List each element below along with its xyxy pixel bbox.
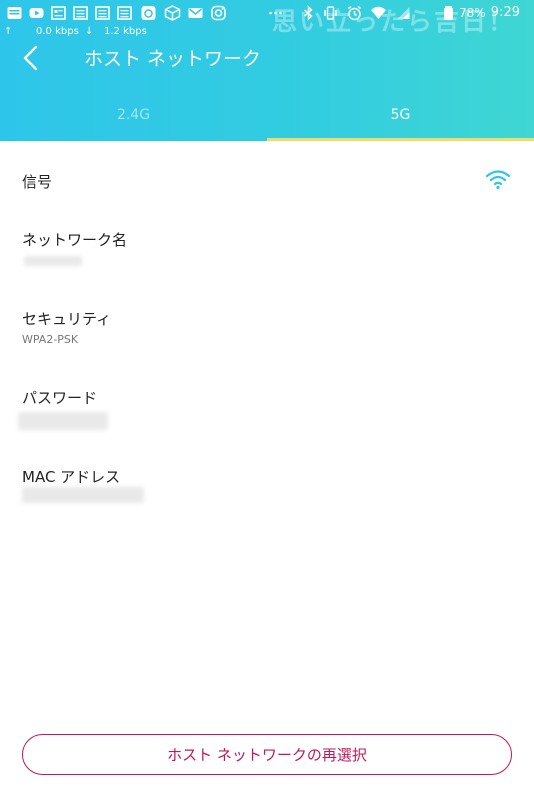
status-time: 9:29 [490,5,520,20]
password-label: パスワード [22,389,98,407]
news-icon [73,6,88,20]
chevron-left-icon[interactable] [18,44,46,72]
network-name-value-redacted [24,256,82,266]
battery-icon [444,6,453,20]
mail-icon [188,8,203,18]
password-value-redacted [18,412,108,430]
tab-5g[interactable]: 5G [267,100,534,141]
security-value: WPA2-PSK [22,333,79,346]
reselect-host-network-button[interactable]: ホスト ネットワークの再選択 [22,734,512,775]
mac-address-value-redacted [22,487,144,503]
upload-arrow-icon: ↑ [4,26,13,37]
wifi-signal-icon [485,170,511,190]
bluetooth-icon [304,5,313,21]
instagram-icon [211,5,226,21]
mac-address-label: MAC アドレス [22,468,121,486]
news-icon [7,7,22,19]
vibrate-icon [324,6,337,20]
upload-speed: 0.0 kbps [36,26,79,37]
news-icon [117,6,132,20]
signal-label: 信号 [22,173,53,191]
tab-indicator [267,138,534,141]
tab-2-4g[interactable]: 2.4G [0,100,267,141]
box-icon [164,5,181,21]
download-arrow-icon: ↓ [85,26,94,37]
security-label: セキュリティ [22,310,112,328]
news-icon [95,6,110,20]
status-bar: 思い立ったら吉日！ 78% 9:29 [0,0,534,36]
wifi-icon [371,6,386,19]
camera-icon [141,6,156,20]
download-speed: 1.2 kbps [104,26,147,37]
battery-percent: 78% [459,6,486,20]
network-name-label: ネットワーク名 [22,231,128,249]
news-icon [51,6,66,20]
alarm-icon [348,5,361,21]
app-header: 思い立ったら吉日！ 78% 9:29 ↑ 0.0 kbps ↓ 1.2 kbps… [0,0,534,141]
youtube-icon [29,8,44,18]
page-title: ホスト ネットワーク [84,48,262,70]
signal-icon [397,7,410,19]
